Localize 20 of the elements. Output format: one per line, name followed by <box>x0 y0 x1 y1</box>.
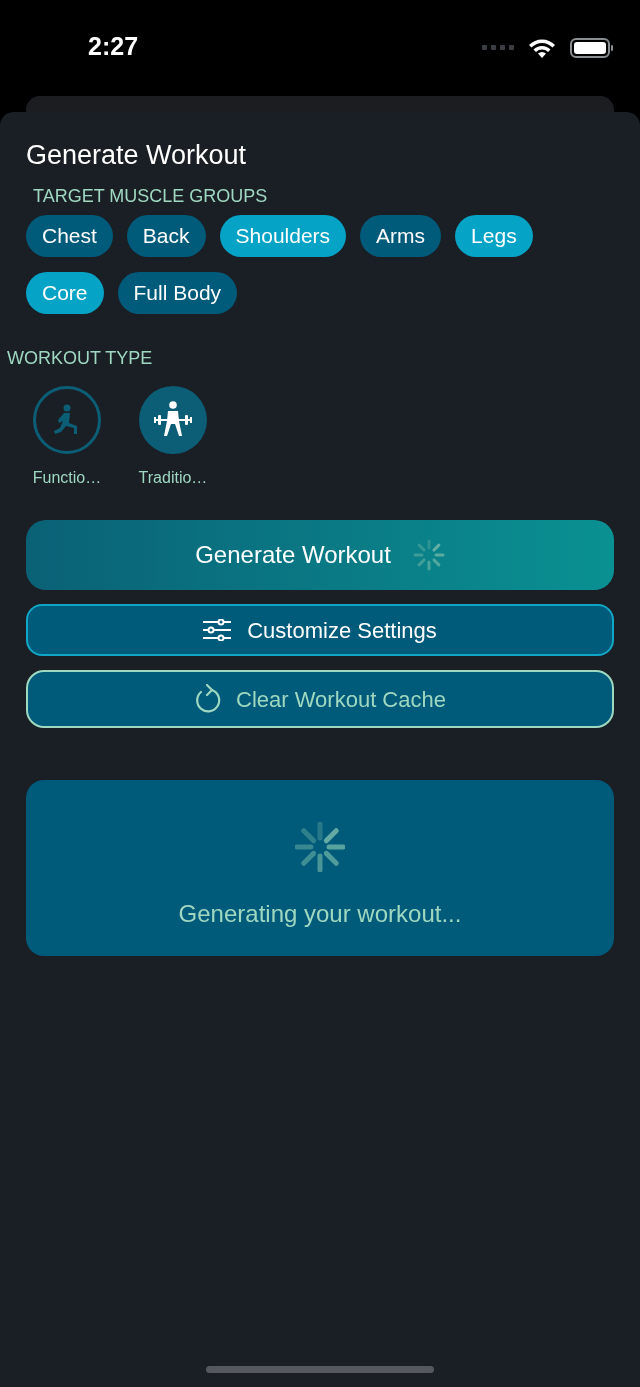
customize-settings-button[interactable]: Customize Settings <box>26 604 614 656</box>
status-time: 2:27 <box>88 31 139 63</box>
workout-type-label: Functio… <box>32 468 102 488</box>
weightlifter-icon[interactable] <box>139 386 207 454</box>
sliders-icon <box>203 619 232 641</box>
muscle-chip[interactable]: Arms <box>360 215 442 257</box>
loading-message: Generating your workout... <box>178 899 462 929</box>
clear-cache-button[interactable]: Clear Workout Cache <box>26 670 614 728</box>
spinner-icon <box>295 822 345 872</box>
battery-icon <box>570 38 614 58</box>
section-label: WORKOUT TYPE <box>7 347 153 369</box>
workout-type-label: Traditio… <box>138 468 208 488</box>
muscle-chip[interactable]: Chest <box>26 215 113 257</box>
signal-icon <box>482 45 514 51</box>
sheet-title: Generate Workout <box>26 139 247 171</box>
section-label: TARGET MUSCLE GROUPS <box>33 185 268 207</box>
muscle-chip[interactable]: Full Body <box>117 272 238 314</box>
refresh-icon <box>194 684 223 714</box>
generate-workout-button[interactable]: Generate Workout <box>26 520 614 590</box>
wifi-icon <box>528 38 556 58</box>
